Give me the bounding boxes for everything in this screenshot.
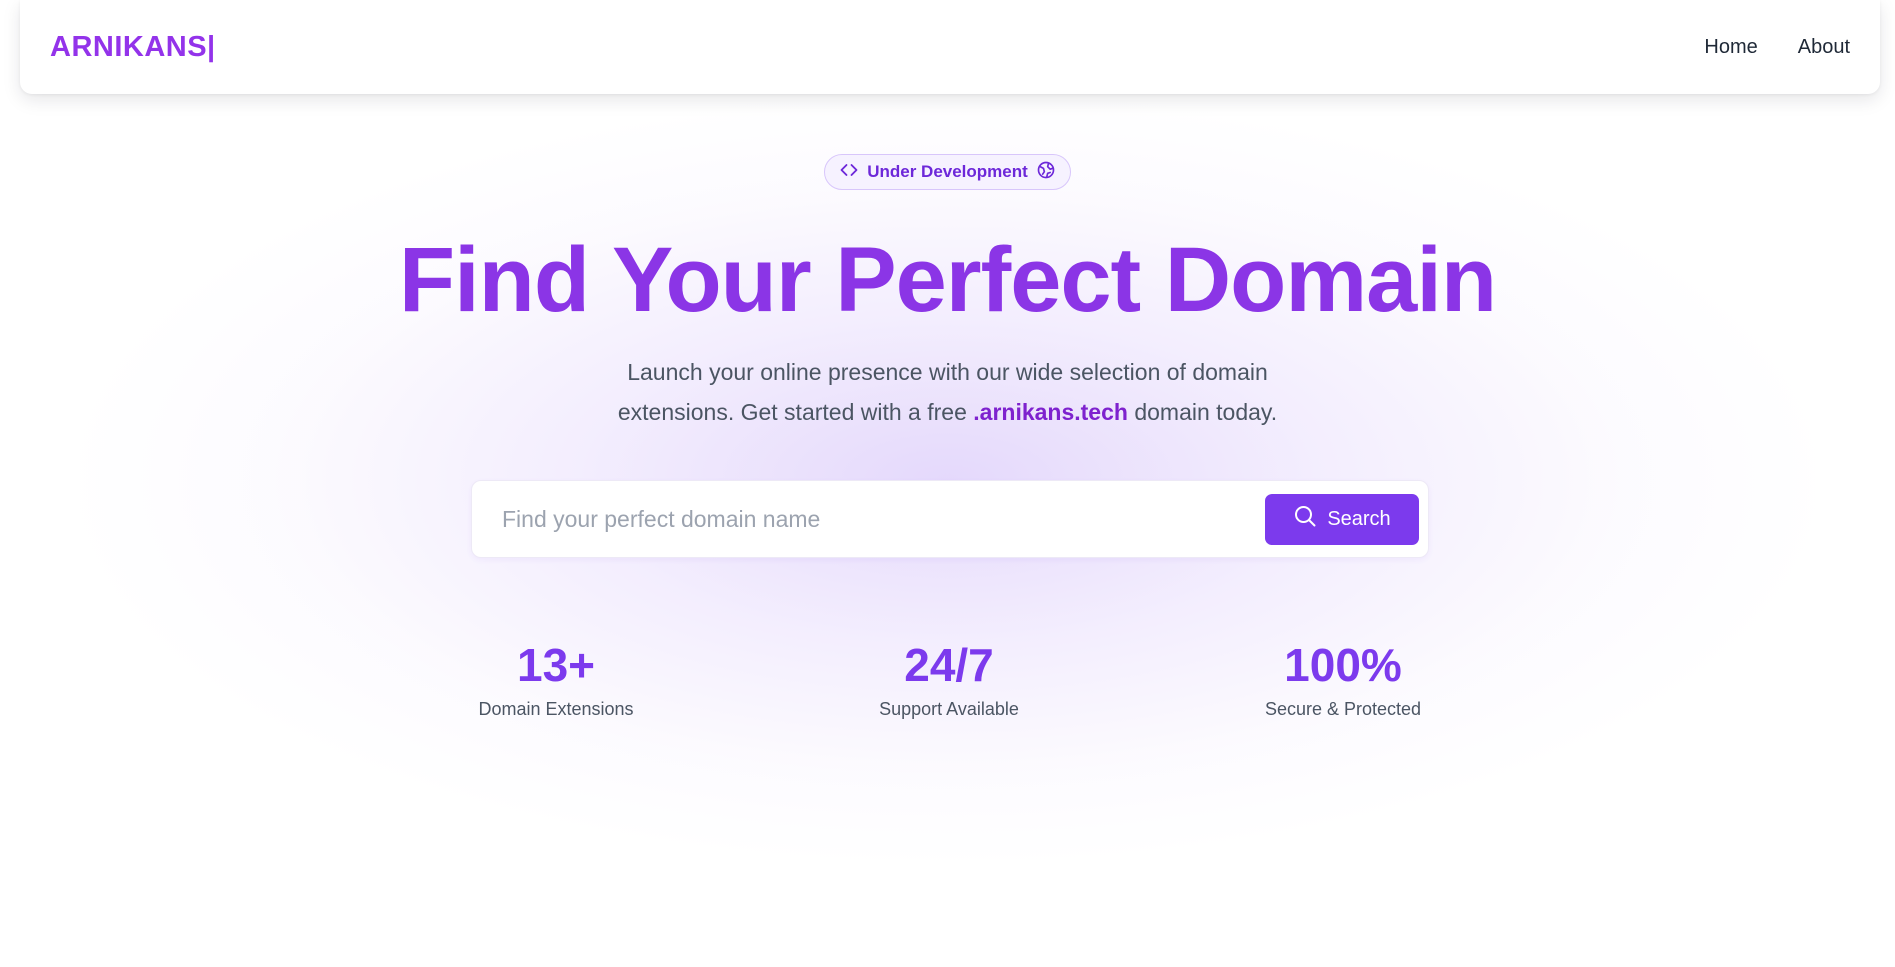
stat-label: Secure & Protected (1264, 698, 1422, 719)
stat-value: 100% (1284, 639, 1402, 691)
search-button[interactable]: Search (1265, 493, 1419, 545)
free-domain-highlight: .arnikans.tech (973, 399, 1128, 425)
stat-label: Support Available (879, 698, 1019, 719)
badge-label: Under Development (867, 162, 1028, 181)
stat-security: 100% Secure & Protected (1193, 640, 1493, 720)
logo[interactable]: ARNIKANS| (50, 31, 216, 64)
stat-value: 24/7 (904, 639, 994, 691)
status-badge: Under Development (824, 154, 1071, 190)
navbar: ARNIKANS| Home About (20, 0, 1880, 94)
page: ARNIKANS| Home About Under Development F… (0, 0, 1895, 967)
stat-support: 24/7 Support Available (799, 640, 1099, 720)
subtitle-line-1: Launch your online presence with our wid… (627, 359, 1268, 385)
globe-icon (1036, 160, 1056, 185)
nav-links: Home About (1704, 36, 1850, 59)
page-title: Find Your Perfect Domain (398, 229, 1497, 331)
domain-search-input[interactable] (502, 505, 1265, 533)
nav-link-home[interactable]: Home (1704, 36, 1757, 59)
nav-link-about[interactable]: About (1798, 36, 1850, 59)
search-icon (1293, 504, 1317, 534)
search-button-label: Search (1327, 507, 1391, 530)
subtitle-line-2-prefix: extensions. Get started with a free (617, 399, 974, 425)
domain-search-box: Search (471, 480, 1429, 558)
stat-label: Domain Extensions (478, 698, 634, 719)
hero-subtitle: Launch your online presence with our wid… (0, 352, 1895, 432)
code-icon (839, 160, 859, 185)
badge-row: Under Development (0, 154, 1895, 190)
subtitle-line-2-suffix: domain today. (1127, 399, 1278, 425)
stat-value: 13+ (516, 639, 596, 691)
stat-domain-extensions: 13+ Domain Extensions (406, 640, 706, 720)
